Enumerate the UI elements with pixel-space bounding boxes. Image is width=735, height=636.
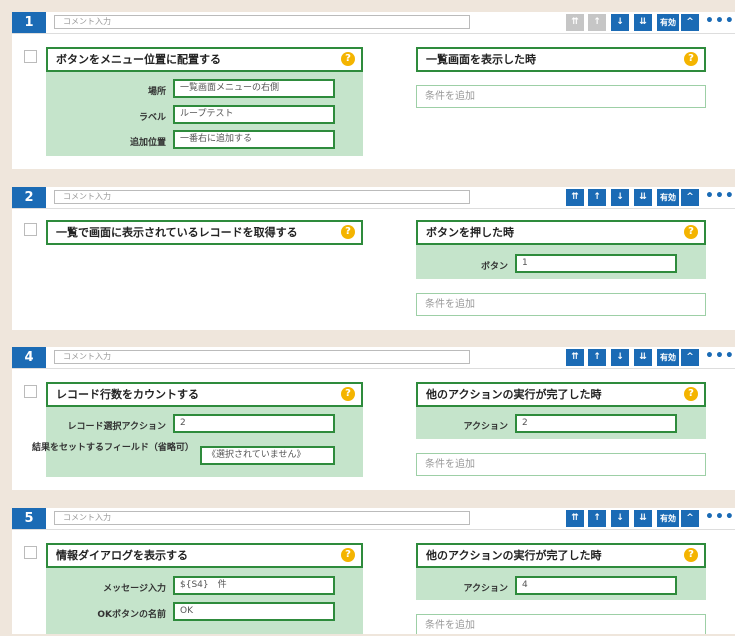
question-circle-icon[interactable]: ? <box>341 548 355 562</box>
checkbox-icon[interactable] <box>24 546 37 559</box>
move-up-button[interactable]: ↑ <box>588 349 606 366</box>
move-down-button[interactable]: ↓ <box>611 349 629 366</box>
trigger-box[interactable]: 他のアクションの実行が完了した時 ? <box>416 543 706 568</box>
move-up-button[interactable]: ↑ <box>588 14 606 31</box>
trigger-box[interactable]: 他のアクションの実行が完了した時 ? <box>416 382 706 407</box>
field-value[interactable]: 2 <box>173 414 335 433</box>
trigger-title: 他のアクションの実行が完了した時 <box>426 549 602 562</box>
action-title: ボタンをメニュー位置に配置する <box>56 53 221 66</box>
trigger-title: 一覧画面を表示した時 <box>426 53 536 66</box>
question-circle-icon[interactable]: ? <box>684 225 698 239</box>
checkbox-icon[interactable] <box>24 385 37 398</box>
add-condition-input[interactable]: 条件を追加 <box>416 85 706 108</box>
question-circle-icon[interactable]: ? <box>341 387 355 401</box>
checkbox-icon[interactable] <box>24 50 37 63</box>
field-label: ボタン <box>480 262 508 272</box>
checkbox-icon[interactable] <box>24 223 37 236</box>
action-box[interactable]: ボタンをメニュー位置に配置する ? <box>46 47 363 72</box>
more-menu-icon[interactable]: ••• <box>705 12 734 33</box>
question-circle-icon[interactable]: ? <box>341 52 355 66</box>
action-box[interactable]: 情報ダイアログを表示する ? <box>46 543 363 568</box>
move-bottom-button[interactable]: ⇊ <box>634 14 652 31</box>
move-down-button[interactable]: ↓ <box>611 510 629 527</box>
collapse-button[interactable]: ^ <box>681 189 699 206</box>
action-title: 情報ダイアログを表示する <box>56 549 188 562</box>
field-value[interactable]: ループテスト <box>173 105 335 124</box>
enabled-toggle[interactable]: 有効 <box>657 349 679 366</box>
question-circle-icon[interactable]: ? <box>341 225 355 239</box>
field-label: レコード選択アクション <box>67 422 166 432</box>
field-value[interactable]: 《選択されていません》 <box>200 446 335 465</box>
comment-input[interactable] <box>54 350 470 364</box>
add-condition-input[interactable]: 条件を追加 <box>416 293 706 316</box>
field-value[interactable]: 2 <box>515 414 677 433</box>
block-number: 1 <box>12 12 46 33</box>
comment-input[interactable] <box>54 190 470 204</box>
enabled-toggle[interactable]: 有効 <box>657 510 679 527</box>
action-title: レコード行数をカウントする <box>56 388 199 401</box>
action-title: 一覧で画面に表示されているレコードを取得する <box>56 226 298 239</box>
more-menu-icon[interactable]: ••• <box>705 508 734 529</box>
field-label: アクション <box>463 422 508 432</box>
move-top-button[interactable]: ⇈ <box>566 14 584 31</box>
block-header: 1 ⇈ ↑ ↓ ⇊ 有効 ^ ••• <box>12 12 735 34</box>
add-condition-input[interactable]: 条件を追加 <box>416 614 706 634</box>
question-circle-icon[interactable]: ? <box>684 548 698 562</box>
move-bottom-button[interactable]: ⇊ <box>634 349 652 366</box>
field-value[interactable]: 1 <box>515 254 677 273</box>
field-label: メッセージ入力 <box>103 584 166 594</box>
collapse-button[interactable]: ^ <box>681 14 699 31</box>
trigger-box[interactable]: ボタンを押した時 ? <box>416 220 706 245</box>
block-header: 2 ⇈ ↑ ↓ ⇊ 有効 ^ ••• <box>12 187 735 209</box>
more-menu-icon[interactable]: ••• <box>705 347 734 368</box>
field-value[interactable]: OK <box>173 602 335 621</box>
more-menu-icon[interactable]: ••• <box>705 187 734 208</box>
move-top-button[interactable]: ⇈ <box>566 510 584 527</box>
comment-input[interactable] <box>54 511 470 525</box>
field-value[interactable]: 一覧画面メニューの右側 <box>173 79 335 98</box>
comment-input[interactable] <box>54 15 470 29</box>
block-header: 5 ⇈ ↑ ↓ ⇊ 有効 ^ ••• <box>12 508 735 530</box>
field-label: 場所 <box>147 87 166 97</box>
field-label: 追加位置 <box>129 138 166 148</box>
action-block-4: 4 ⇈ ↑ ↓ ⇊ 有効 ^ ••• レコード行数をカウントする ? レコード選… <box>12 347 735 490</box>
collapse-button[interactable]: ^ <box>681 510 699 527</box>
move-bottom-button[interactable]: ⇊ <box>634 189 652 206</box>
collapse-button[interactable]: ^ <box>681 349 699 366</box>
action-box[interactable]: 一覧で画面に表示されているレコードを取得する ? <box>46 220 363 245</box>
move-top-button[interactable]: ⇈ <box>566 349 584 366</box>
block-number: 2 <box>12 187 46 208</box>
field-label: アクション <box>463 584 508 594</box>
move-down-button[interactable]: ↓ <box>611 14 629 31</box>
field-value[interactable]: 一番右に追加する <box>173 130 335 149</box>
move-up-button[interactable]: ↑ <box>588 189 606 206</box>
block-header: 4 ⇈ ↑ ↓ ⇊ 有効 ^ ••• <box>12 347 735 369</box>
move-top-button[interactable]: ⇈ <box>566 189 584 206</box>
move-down-button[interactable]: ↓ <box>611 189 629 206</box>
action-block-2: 2 ⇈ ↑ ↓ ⇊ 有効 ^ ••• 一覧で画面に表示されているレコードを取得す… <box>12 187 735 330</box>
action-box[interactable]: レコード行数をカウントする ? <box>46 382 363 407</box>
field-value[interactable]: ${S4} 件 <box>173 576 335 595</box>
question-circle-icon[interactable]: ? <box>684 52 698 66</box>
add-condition-input[interactable]: 条件を追加 <box>416 453 706 476</box>
field-value[interactable]: 4 <box>515 576 677 595</box>
trigger-box[interactable]: 一覧画面を表示した時 ? <box>416 47 706 72</box>
field-label: OKボタンの名前 <box>97 610 166 620</box>
block-number: 4 <box>12 347 46 368</box>
enabled-toggle[interactable]: 有効 <box>657 189 679 206</box>
block-number: 5 <box>12 508 46 529</box>
enabled-toggle[interactable]: 有効 <box>657 14 679 31</box>
move-bottom-button[interactable]: ⇊ <box>634 510 652 527</box>
action-block-1: 1 ⇈ ↑ ↓ ⇊ 有効 ^ ••• ボタンをメニュー位置に配置する ? 場所 … <box>12 12 735 169</box>
trigger-title: 他のアクションの実行が完了した時 <box>426 388 602 401</box>
action-block-5: 5 ⇈ ↑ ↓ ⇊ 有効 ^ ••• 情報ダイアログを表示する ? メッセージ入… <box>12 508 735 634</box>
field-label: ラベル <box>138 113 166 123</box>
question-circle-icon[interactable]: ? <box>684 387 698 401</box>
field-label: 結果をセットするフィールド（省略可） <box>32 443 194 453</box>
trigger-title: ボタンを押した時 <box>426 226 514 239</box>
move-up-button[interactable]: ↑ <box>588 510 606 527</box>
